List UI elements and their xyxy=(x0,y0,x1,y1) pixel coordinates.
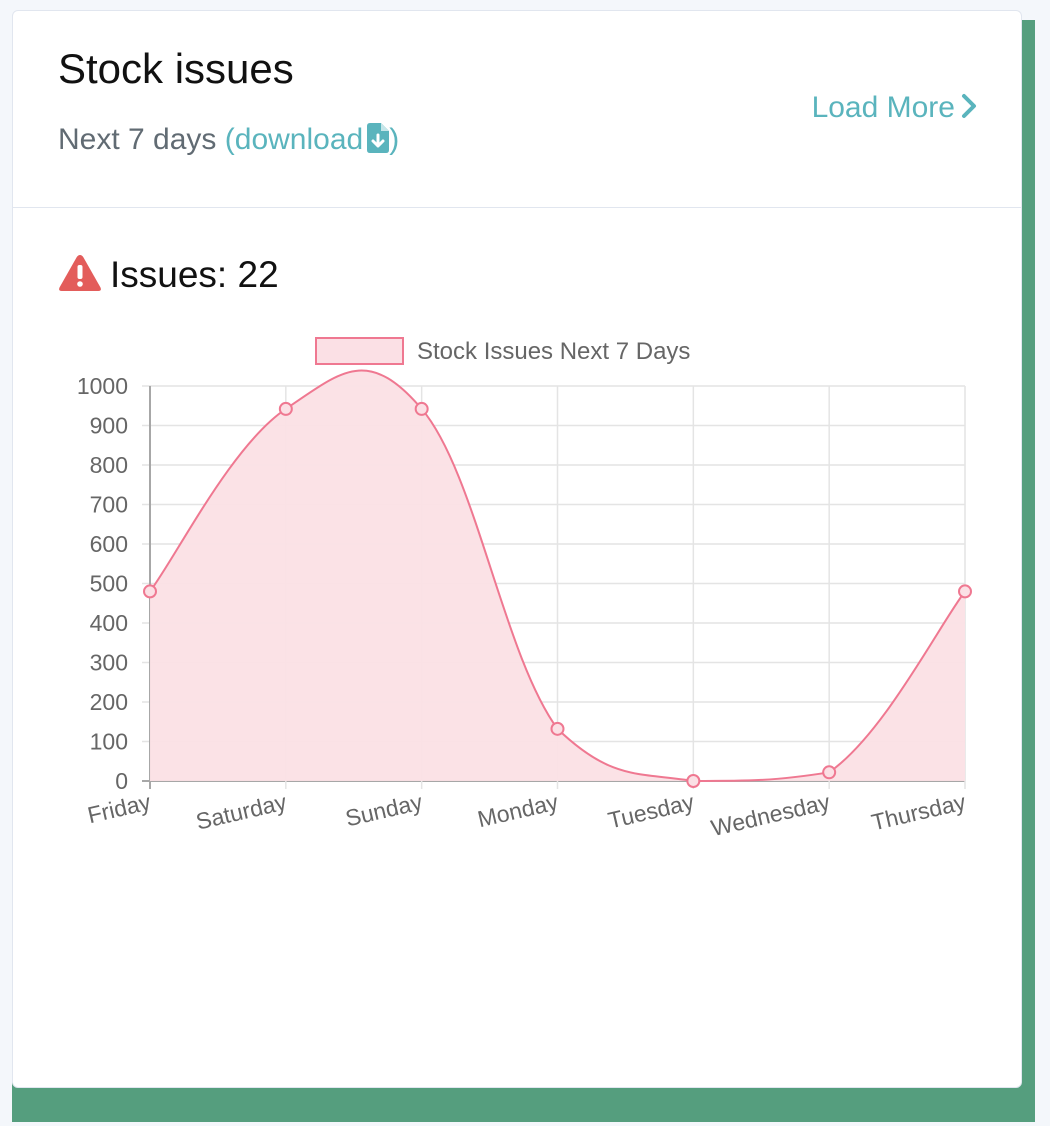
x-tick-label: Saturday xyxy=(193,788,289,834)
legend-label: Stock Issues Next 7 Days xyxy=(417,338,690,365)
x-tick-label: Sunday xyxy=(343,788,425,831)
x-tick-label: Friday xyxy=(85,788,154,828)
chart-legend[interactable]: Stock Issues Next 7 Days xyxy=(315,337,690,365)
x-tick-label: Thursday xyxy=(869,788,969,835)
y-axis-labels: 0 100 200 300 400 500 600 700 800 900 1000 xyxy=(77,373,128,794)
y-tick-label: 500 xyxy=(90,571,128,597)
data-point xyxy=(958,584,972,599)
y-tick-label: 1000 xyxy=(77,373,128,399)
data-point xyxy=(550,721,565,736)
data-point xyxy=(278,401,293,416)
x-tick-label: Monday xyxy=(475,788,561,832)
y-tick-label: 900 xyxy=(90,413,128,439)
x-tick-label: Tuesday xyxy=(605,788,696,833)
data-point xyxy=(414,401,429,416)
y-tick-label: 100 xyxy=(90,729,128,755)
data-point xyxy=(822,765,837,780)
data-point xyxy=(143,584,157,599)
y-tick-label: 700 xyxy=(90,492,128,518)
y-tick-label: 800 xyxy=(90,452,128,478)
x-tick-label: Wednesday xyxy=(708,788,832,841)
stock-issues-chart: 0 100 200 300 400 500 600 700 800 900 1000 Friday S… xyxy=(77,337,972,841)
legend-swatch xyxy=(315,337,404,365)
y-tick-label: 0 xyxy=(115,768,128,794)
y-tick-label: 600 xyxy=(90,531,128,557)
y-tick-label: 200 xyxy=(90,689,128,715)
data-point xyxy=(686,774,701,788)
y-tick-label: 400 xyxy=(90,610,128,636)
x-axis-labels: Friday Saturday Sunday Monday Tuesday Wednesd… xyxy=(85,788,969,841)
y-tick-label: 300 xyxy=(90,650,128,676)
